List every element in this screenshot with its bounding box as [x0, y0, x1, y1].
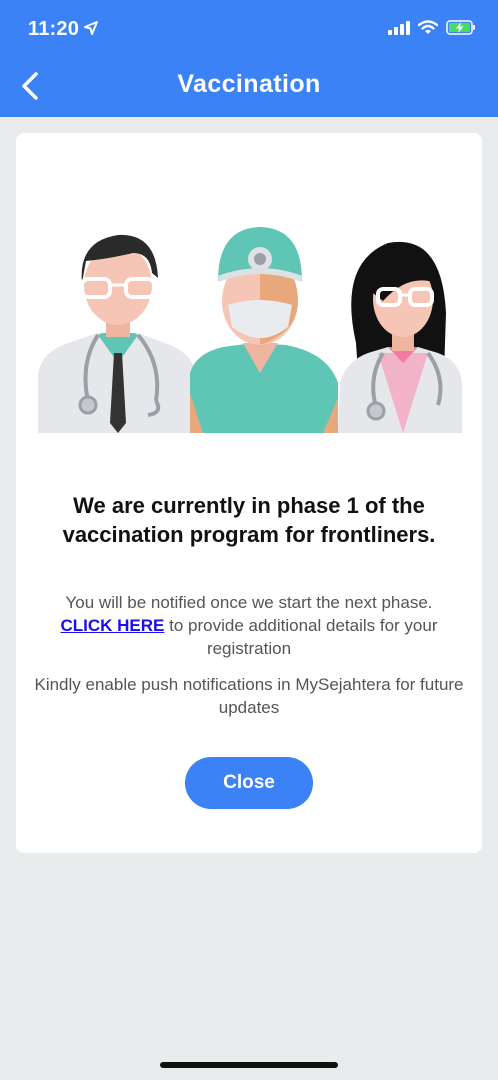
female-doctor-figure	[338, 241, 462, 433]
notice-text-before-link: You will be notified once we start the n…	[65, 593, 433, 612]
signal-icon	[388, 20, 410, 35]
frontliners-illustration	[38, 227, 462, 433]
next-phase-notice: You will be notified once we start the n…	[32, 591, 466, 660]
status-time: 11:20	[28, 18, 80, 40]
push-notification-notice: Kindly enable push notifications in MySe…	[34, 675, 464, 717]
app-header: 11:20 Vaccination	[0, 0, 498, 117]
click-here-link[interactable]: CLICK HERE	[60, 616, 164, 635]
location-arrow-icon	[84, 21, 98, 35]
phase-headline: We are currently in phase 1 of the vacci…	[62, 493, 436, 547]
status-bar: 11:20	[0, 0, 498, 60]
home-indicator[interactable]	[160, 1062, 338, 1068]
close-button[interactable]: Close	[185, 757, 313, 809]
page-title: Vaccination	[177, 70, 321, 98]
male-doctor-figure	[38, 234, 198, 433]
wifi-icon	[418, 20, 438, 34]
vaccination-card: We are currently in phase 1 of the vacci…	[16, 133, 482, 853]
battery-charging-icon	[446, 20, 475, 35]
surgeon-figure	[190, 227, 338, 433]
status-icons	[388, 20, 476, 35]
notice-text-after-link: to provide additional details for your r…	[164, 616, 438, 658]
